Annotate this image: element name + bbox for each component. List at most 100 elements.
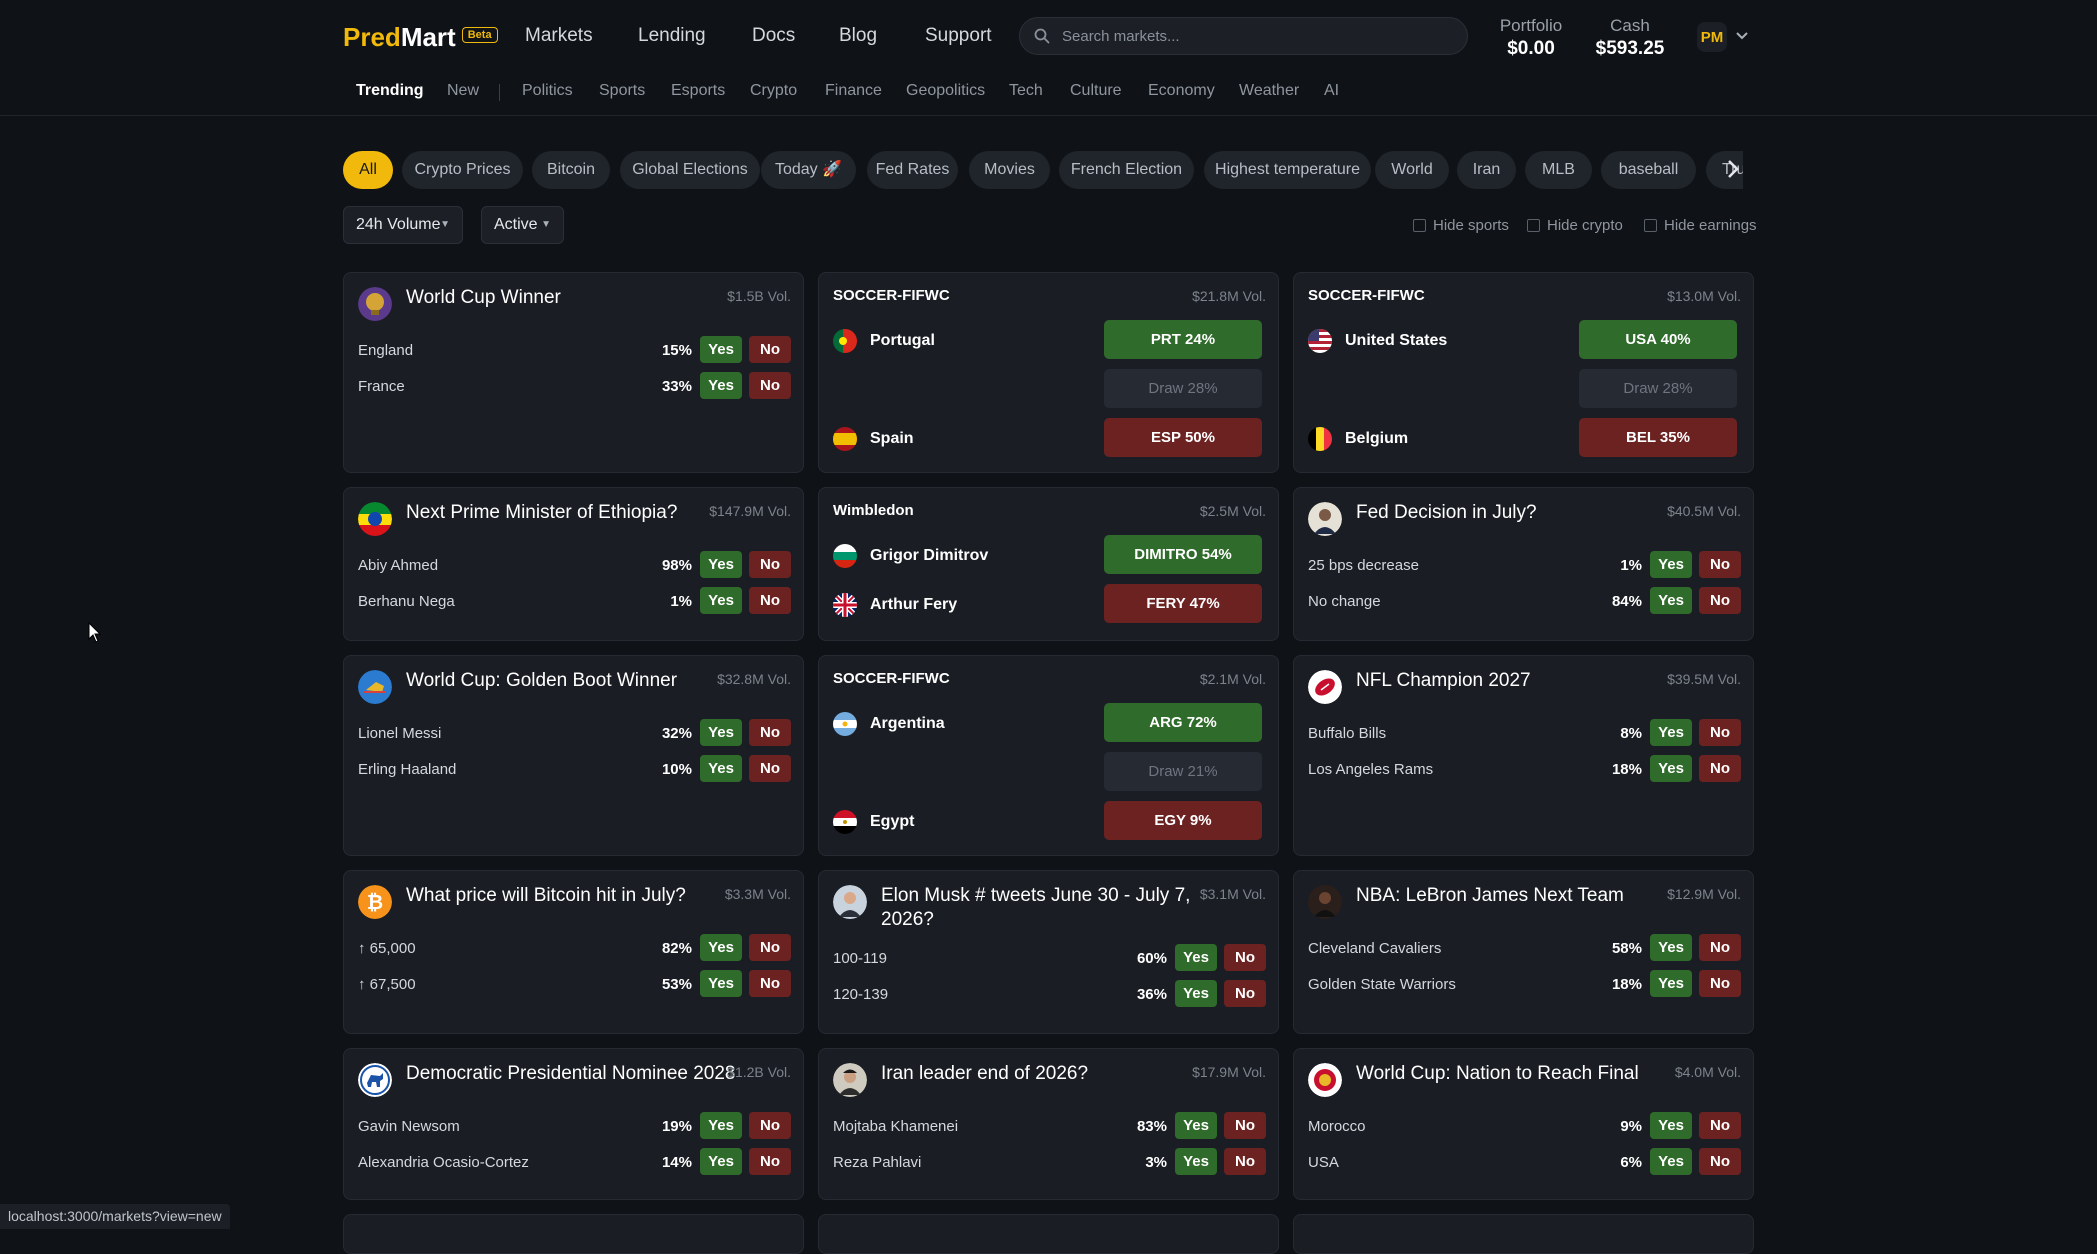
market-title[interactable]: Democratic Presidential Nominee 2028 [406,1062,736,1086]
player-a-button[interactable]: DIMITRO 54% [1104,535,1262,574]
market-card-partial[interactable] [818,1214,1279,1254]
market-card-partial[interactable] [343,1214,804,1254]
category-tab-geopolitics[interactable]: Geopolitics [906,82,985,100]
category-tab-weather[interactable]: Weather [1239,82,1299,100]
chip-baseball[interactable]: baseball [1601,151,1696,189]
match-card-argentina-egypt[interactable]: SOCCER-FIFWC $2.1M Vol. Argentina ARG 72… [818,655,1279,856]
category-tab-sports[interactable]: Sports [599,82,645,100]
team-b-button[interactable]: BEL 35% [1579,418,1737,457]
no-button[interactable]: No [749,587,791,614]
cash-balance[interactable]: Cash $593.25 [1588,16,1672,60]
no-button[interactable]: No [1699,1112,1741,1139]
category-tab-economy[interactable]: Economy [1148,82,1215,100]
hide-earnings-checkbox[interactable]: Hide earnings [1644,217,1757,234]
chip-french-election[interactable]: French Election [1059,151,1194,189]
no-button[interactable]: No [749,719,791,746]
market-title[interactable]: NFL Champion 2027 [1356,669,1531,693]
search-bar[interactable] [1019,17,1468,55]
yes-button[interactable]: Yes [700,970,742,997]
no-button[interactable]: No [1224,944,1266,971]
nav-blog[interactable]: Blog [839,25,877,47]
checkbox-box[interactable] [1413,219,1426,232]
match-card-usa-belgium[interactable]: SOCCER-FIFWC $13.0M Vol. United States U… [1293,272,1754,473]
chip-all[interactable]: All [343,151,393,189]
category-tab-culture[interactable]: Culture [1070,82,1122,100]
draw-button[interactable]: Draw 21% [1104,752,1262,791]
checkbox-box[interactable] [1644,219,1657,232]
no-button[interactable]: No [1224,1112,1266,1139]
yes-button[interactable]: Yes [700,934,742,961]
yes-button[interactable]: Yes [1650,587,1692,614]
no-button[interactable]: No [749,336,791,363]
yes-button[interactable]: Yes [1650,934,1692,961]
no-button[interactable]: No [1699,587,1741,614]
yes-button[interactable]: Yes [1175,944,1217,971]
search-input[interactable] [1060,26,1444,46]
market-card-ethiopia-pm[interactable]: Next Prime Minister of Ethiopia? $147.9M… [343,487,804,641]
market-title[interactable]: World Cup Winner [406,286,561,310]
yes-button[interactable]: Yes [700,1112,742,1139]
yes-button[interactable]: Yes [1175,980,1217,1007]
chip-global-elections[interactable]: Global Elections [620,151,760,189]
yes-button[interactable]: Yes [1650,970,1692,997]
user-avatar[interactable]: PM [1697,22,1727,52]
draw-button[interactable]: Draw 28% [1104,369,1262,408]
chevron-down-icon[interactable] [1736,32,1748,40]
market-card-nation-reach-final[interactable]: World Cup: Nation to Reach Final $4.0M V… [1293,1048,1754,1200]
team-a-button[interactable]: PRT 24% [1104,320,1262,359]
no-button[interactable]: No [749,755,791,782]
team-a-button[interactable]: ARG 72% [1104,703,1262,742]
no-button[interactable]: No [749,1148,791,1175]
category-tab-finance[interactable]: Finance [825,82,882,100]
no-button[interactable]: No [1699,934,1741,961]
yes-button[interactable]: Yes [700,719,742,746]
category-tab-crypto[interactable]: Crypto [750,82,797,100]
no-button[interactable]: No [749,970,791,997]
yes-button[interactable]: Yes [1650,755,1692,782]
match-card-wimbledon[interactable]: Wimbledon $2.5M Vol. Grigor Dimitrov DIM… [818,487,1279,641]
yes-button[interactable]: Yes [700,1148,742,1175]
no-button[interactable]: No [749,551,791,578]
hide-crypto-checkbox[interactable]: Hide crypto [1527,217,1623,234]
yes-button[interactable]: Yes [700,336,742,363]
market-card-fed-decision[interactable]: Fed Decision in July? $40.5M Vol. 25 bps… [1293,487,1754,641]
chip-highest-temperature[interactable]: Highest temperature [1204,151,1371,189]
chip-mlb[interactable]: MLB [1525,151,1592,189]
market-card-bitcoin-july[interactable]: ₿ What price will Bitcoin hit in July? $… [343,870,804,1034]
yes-button[interactable]: Yes [700,587,742,614]
market-card-lebron-next-team[interactable]: NBA: LeBron James Next Team $12.9M Vol. … [1293,870,1754,1034]
no-button[interactable]: No [1699,1148,1741,1175]
chip-world[interactable]: World [1375,151,1449,189]
category-tab-tech[interactable]: Tech [1009,82,1043,100]
chip-bitcoin[interactable]: Bitcoin [532,151,610,189]
market-card-nfl-champion[interactable]: NFL Champion 2027 $39.5M Vol. Buffalo Bi… [1293,655,1754,856]
market-card-partial[interactable] [1293,1214,1754,1254]
draw-button[interactable]: Draw 28% [1579,369,1737,408]
team-b-button[interactable]: EGY 9% [1104,801,1262,840]
no-button[interactable]: No [1224,980,1266,1007]
market-title[interactable]: World Cup: Nation to Reach Final [1356,1062,1639,1086]
market-title[interactable]: What price will Bitcoin hit in July? [406,884,686,908]
player-b-button[interactable]: FERY 47% [1104,584,1262,623]
category-tab-trending[interactable]: Trending [356,82,424,100]
yes-button[interactable]: Yes [1650,1112,1692,1139]
category-tab-new[interactable]: New [447,82,479,100]
category-tab-esports[interactable]: Esports [671,82,725,100]
market-title[interactable]: NBA: LeBron James Next Team [1356,884,1624,908]
no-button[interactable]: No [1699,719,1741,746]
chip-fed-rates[interactable]: Fed Rates [867,151,958,189]
no-button[interactable]: No [1699,970,1741,997]
predmart-logo[interactable]: PredMart Beta [343,22,498,53]
team-a-button[interactable]: USA 40% [1579,320,1737,359]
chip-movies[interactable]: Movies [969,151,1050,189]
match-card-portugal-spain[interactable]: SOCCER-FIFWC $21.8M Vol. Portugal PRT 24… [818,272,1279,473]
nav-lending[interactable]: Lending [638,25,706,47]
yes-button[interactable]: Yes [1175,1148,1217,1175]
market-title[interactable]: Elon Musk # tweets June 30 - July 7, 2026… [881,884,1190,932]
chip-crypto-prices[interactable]: Crypto Prices [402,151,523,189]
yes-button[interactable]: Yes [1650,1148,1692,1175]
nav-docs[interactable]: Docs [752,25,795,47]
yes-button[interactable]: Yes [700,755,742,782]
checkbox-box[interactable] [1527,219,1540,232]
market-card-world-cup-winner[interactable]: World Cup Winner $1.5B Vol. England 15% … [343,272,804,473]
